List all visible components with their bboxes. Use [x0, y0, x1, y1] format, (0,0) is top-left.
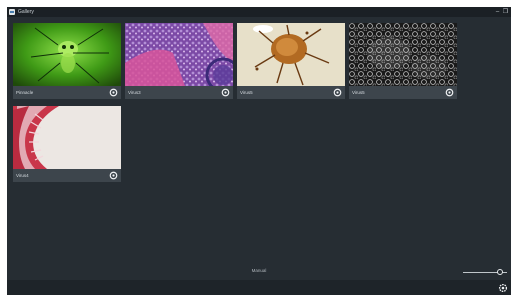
card-caption: Virus4 — [16, 173, 29, 178]
zoom-slider-handle[interactable] — [497, 269, 504, 275]
thumbnail-image[interactable] — [349, 23, 457, 86]
gallery-card[interactable]: Virus3 — [125, 23, 233, 99]
thumbnail-image[interactable] — [13, 23, 121, 86]
window-title: Gallery — [18, 9, 34, 15]
settings-icon[interactable] — [109, 88, 118, 97]
zoom-slider[interactable] — [463, 269, 507, 275]
mode-label: Manual — [251, 268, 267, 273]
gallery-card[interactable]: Virus5 — [237, 23, 345, 99]
settings-icon[interactable] — [333, 88, 342, 97]
card-caption: Virus5 — [240, 90, 253, 95]
thumbnail-image[interactable] — [125, 23, 233, 86]
settings-icon[interactable] — [109, 171, 118, 180]
card-caption: Pinnacle — [16, 90, 34, 95]
gallery-card[interactable]: Virus4 — [13, 106, 121, 182]
settings-icon[interactable] — [498, 283, 508, 293]
gallery-card[interactable]: Virus5 — [349, 23, 457, 99]
bottom-bar — [7, 280, 511, 295]
gallery-card[interactable]: Pinnacle — [13, 23, 121, 99]
title-bar: Gallery – ❐ — [7, 7, 511, 17]
settings-icon[interactable] — [445, 88, 454, 97]
settings-icon[interactable] — [221, 88, 230, 97]
card-caption: Virus3 — [128, 90, 141, 95]
thumbnail-image[interactable] — [13, 106, 121, 169]
thumbnail-image[interactable] — [237, 23, 345, 86]
app-window: Gallery – ❐ Pinnacle Virus3 Virus5 Virus… — [7, 7, 511, 295]
app-image-icon — [9, 9, 15, 15]
restore-button[interactable]: ❐ — [501, 7, 510, 17]
card-caption: Virus5 — [352, 90, 365, 95]
